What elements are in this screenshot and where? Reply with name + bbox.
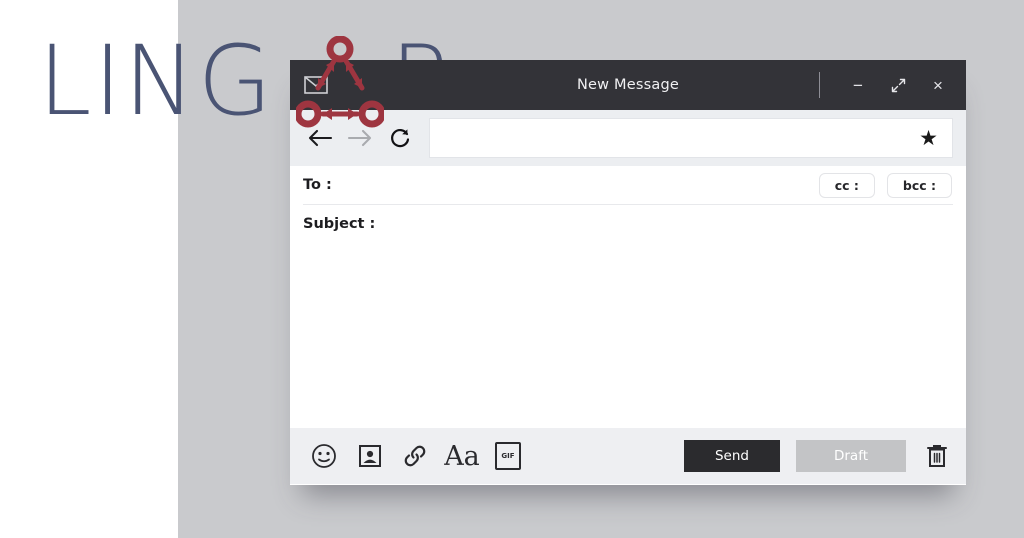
subject-row[interactable]: Subject : [290,205,966,243]
trash-icon[interactable] [922,440,952,472]
send-button[interactable]: Send [684,440,780,472]
minimize-button[interactable]: − [843,70,873,100]
to-row: To : cc : bcc : [290,166,966,204]
cc-bcc-group: cc : bcc : [818,172,952,198]
gif-button[interactable]: GIF [488,436,528,476]
window-titlebar: New Message − × [290,60,966,110]
font-format-button[interactable]: Aa [442,436,482,476]
draft-button[interactable]: Draft [796,440,906,472]
subject-label: Subject : [303,216,376,232]
screenshot-stage: LING R [0,0,1024,538]
maximize-button[interactable] [883,70,913,100]
back-button[interactable] [300,118,340,158]
bcc-button[interactable]: bcc : [886,172,952,198]
forward-button[interactable] [340,118,380,158]
message-body-input[interactable] [290,243,966,428]
window-controls: − × [819,70,966,100]
cc-button[interactable]: cc : [818,172,875,198]
compose-fields: To : cc : bcc : Subject : [290,166,966,428]
font-format-label: Aa [444,440,480,472]
background-left-panel [0,0,178,538]
link-icon[interactable] [396,436,436,476]
smiley-icon[interactable] [304,436,344,476]
email-compose-window: New Message − × ★ To: cc: bcc: Subjec… [290,60,966,485]
star-icon[interactable]: ★ [919,128,938,149]
address-bar[interactable]: ★ [430,119,952,157]
compose-toolbar: Aa GIF Send Draft [290,428,966,484]
compose-actions: Send Draft [684,440,952,472]
close-button[interactable]: × [923,70,953,100]
browser-navbar: ★ [290,110,966,166]
titlebar-divider [819,72,820,98]
to-label: To : [303,177,332,193]
gif-label: GIF [495,442,521,470]
photo-icon[interactable] [350,436,390,476]
reload-button[interactable] [380,118,420,158]
